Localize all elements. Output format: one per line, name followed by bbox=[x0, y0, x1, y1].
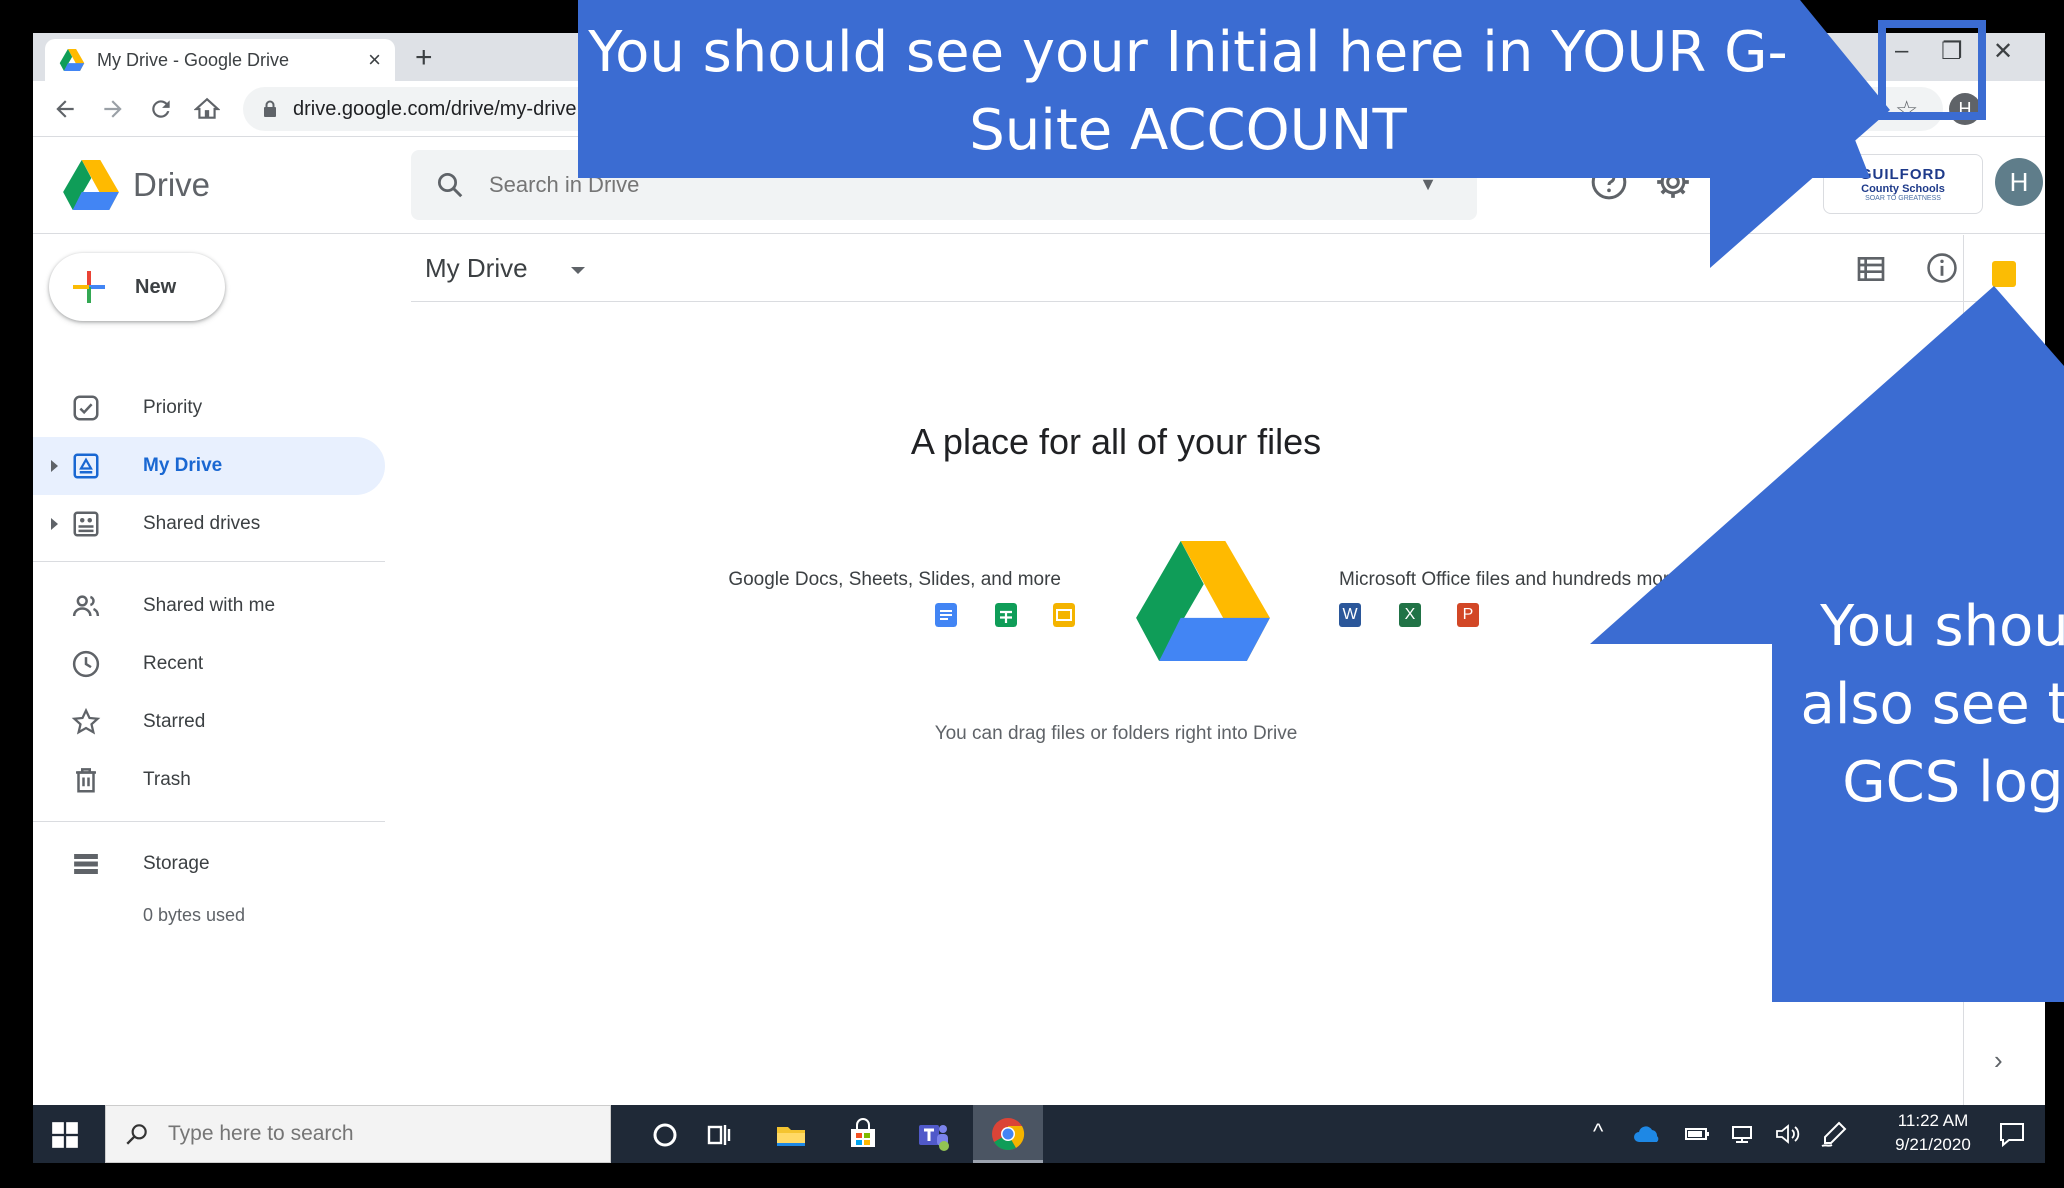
sidebar-item-label: Shared with me bbox=[143, 595, 276, 616]
profile-highlight-box bbox=[1878, 20, 1986, 120]
sidebar-divider bbox=[33, 561, 385, 562]
new-button-label: New bbox=[135, 275, 177, 298]
plus-icon bbox=[73, 271, 105, 303]
keep-icon[interactable] bbox=[1992, 261, 2016, 287]
right-callout-text-clip: You should also see the GCS logo bbox=[1760, 588, 2064, 848]
top-callout-text: You should see your Initial here in YOUR… bbox=[588, 20, 1788, 163]
forward-icon[interactable] bbox=[95, 91, 131, 127]
google-drive-logo-icon bbox=[1136, 541, 1270, 661]
storage-used-text: 0 bytes used bbox=[143, 905, 246, 925]
new-tab-button[interactable]: + bbox=[415, 41, 433, 75]
sidebar-divider bbox=[33, 821, 385, 822]
priority-check-icon bbox=[73, 395, 99, 421]
sidebar-item-label: Storage bbox=[143, 853, 210, 874]
show-hidden-icons-chevron-icon[interactable]: ^ bbox=[1593, 1119, 1603, 1145]
account-avatar[interactable]: H bbox=[1995, 158, 2043, 206]
tab-title: My Drive - Google Drive bbox=[97, 49, 290, 70]
volume-icon[interactable] bbox=[1773, 1121, 1803, 1147]
sidebar-item-label: Priority bbox=[143, 397, 203, 418]
sidebar-item-recent[interactable]: Recent bbox=[33, 635, 385, 693]
search-icon[interactable] bbox=[435, 170, 465, 200]
sidebar-item-shared-drives[interactable]: Shared drives bbox=[33, 495, 385, 553]
expand-caret-icon[interactable] bbox=[51, 518, 58, 530]
clock-time[interactable]: 11:22 AM bbox=[1883, 1111, 1983, 1131]
trash-icon bbox=[76, 768, 96, 793]
info-icon[interactable] bbox=[1925, 251, 1959, 285]
people-icon bbox=[72, 595, 100, 617]
sidebar-item-label: Starred bbox=[143, 711, 206, 732]
drive-favicon-icon bbox=[59, 49, 85, 71]
pen-workspace-icon[interactable] bbox=[1819, 1119, 1849, 1149]
windows-start-icon[interactable] bbox=[51, 1121, 79, 1149]
google-sheets-icon bbox=[995, 603, 1017, 627]
taskbar-search-input[interactable] bbox=[168, 1122, 588, 1146]
battery-icon[interactable] bbox=[1681, 1121, 1711, 1147]
chevron-right-icon[interactable]: › bbox=[1994, 1045, 2003, 1076]
chevron-down-icon[interactable] bbox=[571, 267, 585, 274]
taskbar-search-box[interactable] bbox=[105, 1105, 611, 1163]
reload-icon[interactable] bbox=[143, 91, 179, 127]
sidebar-item-shared-with-me[interactable]: Shared with me bbox=[33, 577, 385, 635]
browser-tab[interactable]: My Drive - Google Drive × bbox=[45, 39, 395, 81]
sidebar-item-label: Trash bbox=[143, 769, 191, 790]
sidebar-item-label: Recent bbox=[143, 653, 204, 674]
chrome-taskbar-button[interactable] bbox=[973, 1105, 1043, 1163]
page-title[interactable]: My Drive bbox=[425, 253, 528, 284]
microsoft-teams-icon[interactable] bbox=[915, 1117, 951, 1153]
sidebar-item-label: My Drive bbox=[143, 455, 223, 476]
star-icon bbox=[71, 707, 101, 735]
task-view-icon[interactable] bbox=[701, 1117, 737, 1153]
clock-date[interactable]: 9/21/2020 bbox=[1883, 1135, 1983, 1155]
google-slides-icon bbox=[1053, 603, 1075, 627]
clock-icon bbox=[72, 650, 100, 678]
shared-drives-icon bbox=[73, 511, 99, 537]
google-docs-caption: Google Docs, Sheets, Slides, and more bbox=[728, 569, 1061, 590]
action-center-icon[interactable] bbox=[1997, 1119, 2027, 1149]
sidebar-item-trash[interactable]: Trash bbox=[33, 751, 385, 809]
sidebar: New Priority My Drive Shared drives Shar… bbox=[33, 235, 393, 1115]
lock-icon bbox=[264, 100, 276, 117]
onedrive-icon[interactable] bbox=[1633, 1121, 1663, 1147]
drive-logo-icon[interactable] bbox=[63, 160, 119, 210]
file-explorer-icon[interactable] bbox=[773, 1117, 809, 1153]
sidebar-item-storage[interactable]: Storage bbox=[33, 835, 385, 893]
my-drive-icon bbox=[73, 453, 99, 479]
sidebar-item-my-drive[interactable]: My Drive bbox=[33, 437, 385, 495]
window-close-icon[interactable]: ✕ bbox=[1993, 37, 2013, 66]
chrome-icon bbox=[992, 1118, 1025, 1151]
microsoft-store-icon[interactable] bbox=[845, 1117, 881, 1153]
app-name[interactable]: Drive bbox=[133, 166, 210, 204]
home-icon[interactable] bbox=[189, 91, 225, 127]
url-text: drive.google.com/drive/my-drive bbox=[293, 97, 577, 120]
microsoft-excel-icon: X bbox=[1399, 603, 1421, 627]
sidebar-item-priority[interactable]: Priority bbox=[33, 379, 385, 437]
microsoft-word-icon: W bbox=[1339, 603, 1361, 627]
back-icon[interactable] bbox=[47, 91, 83, 127]
storage-icon bbox=[74, 854, 98, 874]
tab-close-icon[interactable]: × bbox=[368, 47, 381, 73]
right-callout-text: You should also see the GCS logo bbox=[1800, 594, 2064, 815]
expand-caret-icon[interactable] bbox=[51, 460, 58, 472]
google-docs-icon bbox=[935, 603, 957, 627]
search-icon bbox=[126, 1124, 147, 1145]
microsoft-powerpoint-icon: P bbox=[1457, 603, 1479, 627]
sidebar-item-starred[interactable]: Starred bbox=[33, 693, 385, 751]
network-icon[interactable] bbox=[1727, 1121, 1757, 1147]
sidebar-item-label: Shared drives bbox=[143, 513, 261, 534]
cortana-icon[interactable] bbox=[647, 1117, 683, 1153]
windows-taskbar: ^ 11:22 AM 9/21/2020 bbox=[33, 1105, 2045, 1163]
new-button[interactable]: New bbox=[49, 253, 225, 321]
